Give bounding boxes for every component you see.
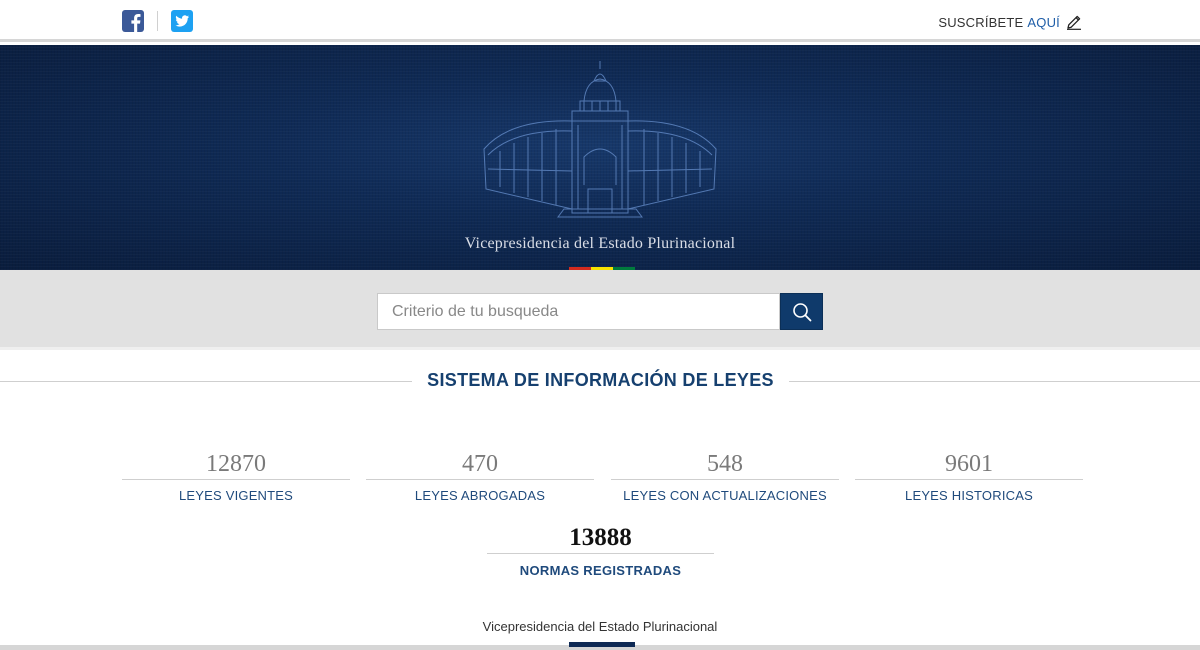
stat-value: 12870 (122, 448, 350, 480)
stat-label[interactable]: LEYES ABROGADAS (366, 488, 594, 503)
stat-value: 548 (611, 448, 839, 480)
footer-accent (569, 642, 635, 647)
search-button[interactable] (780, 293, 823, 330)
total-label[interactable]: NORMAS REGISTRADAS (487, 563, 714, 578)
stat-normas-registradas[interactable]: 13888 NORMAS REGISTRADAS (487, 522, 714, 578)
social-separator (157, 11, 158, 31)
parliament-building-illustration (483, 61, 717, 218)
social-links (122, 10, 193, 32)
stat-label[interactable]: LEYES VIGENTES (122, 488, 350, 503)
search-input[interactable] (377, 293, 780, 330)
total-value: 13888 (487, 522, 714, 554)
footer-text: Vicepresidencia del Estado Plurinacional (482, 619, 718, 634)
top-bar: SUSCRÍBETE AQUÍ (0, 0, 1200, 42)
stat-leyes-historicas[interactable]: 9601 LEYES HISTORICAS (855, 448, 1083, 503)
pencil-icon[interactable] (1066, 14, 1082, 30)
search-band (0, 270, 1200, 350)
stat-value: 9601 (855, 448, 1083, 480)
stat-label[interactable]: LEYES HISTORICAS (855, 488, 1083, 503)
divider-right (789, 381, 1200, 382)
subscribe-label: SUSCRÍBETE (938, 14, 1024, 30)
twitter-icon[interactable] (171, 10, 193, 32)
stat-label[interactable]: LEYES CON ACTUALIZACIONES (611, 488, 839, 503)
hero-title: Vicepresidencia del Estado Plurinacional (464, 235, 736, 252)
stat-leyes-actualizaciones[interactable]: 548 LEYES CON ACTUALIZACIONES (611, 448, 839, 503)
subscribe-here-link[interactable]: AQUÍ (1027, 15, 1060, 30)
stat-leyes-abrogadas[interactable]: 470 LEYES ABROGADAS (366, 448, 594, 503)
facebook-icon[interactable] (122, 10, 144, 32)
section-title: SISTEMA DE INFORMACIÓN DE LEYES (427, 370, 774, 390)
stat-value: 470 (366, 448, 594, 480)
hero-banner: Vicepresidencia del Estado Plurinacional (0, 45, 1200, 270)
section-header: SISTEMA DE INFORMACIÓN DE LEYES (0, 368, 1200, 396)
subscribe-link[interactable]: SUSCRÍBETE AQUÍ (938, 14, 1082, 30)
search-icon (792, 302, 811, 321)
divider-left (0, 381, 412, 382)
stat-leyes-vigentes[interactable]: 12870 LEYES VIGENTES (122, 448, 350, 503)
